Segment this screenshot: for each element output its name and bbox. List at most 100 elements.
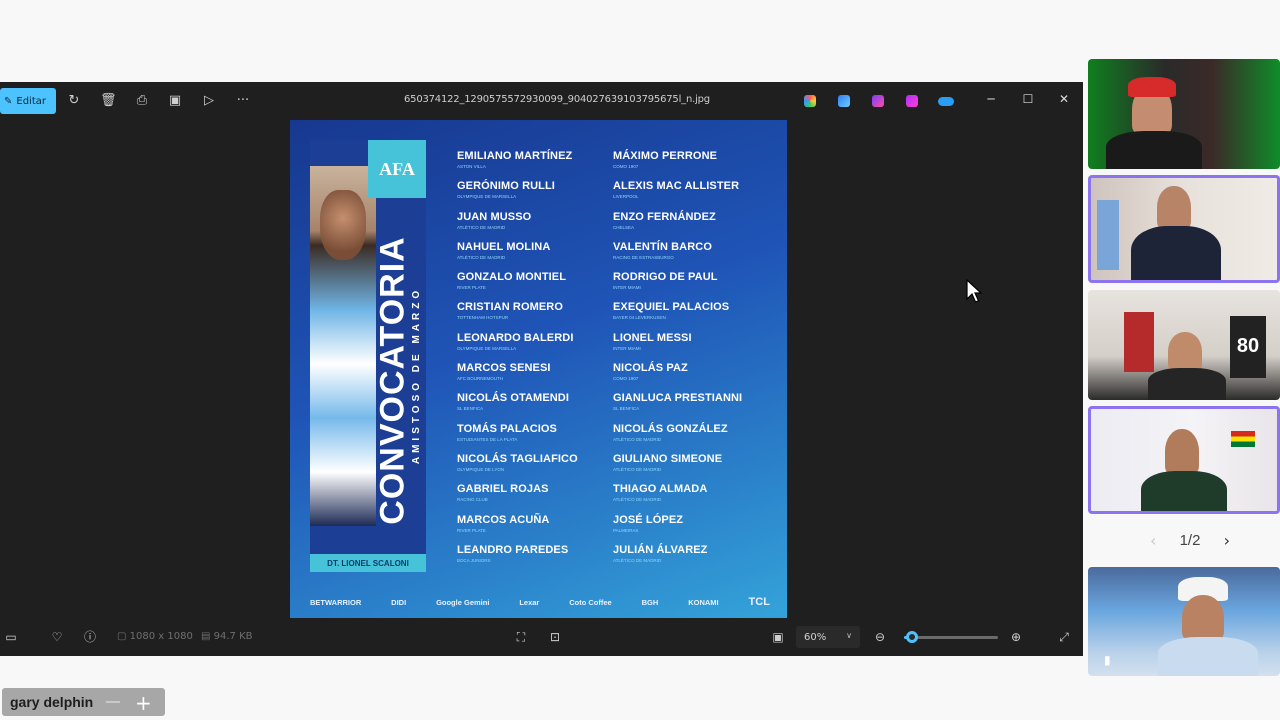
list-item: ALEXIS MAC ALLISTER Liverpool <box>613 180 773 210</box>
copilot-icon[interactable] <box>804 95 816 107</box>
sponsor-logo: BGH <box>641 597 659 607</box>
player-club: Olympique de Marsella <box>457 345 517 351</box>
more-icon[interactable]: ··· <box>235 93 251 109</box>
list-item: MARCOS ACUÑA River Plate <box>457 514 617 544</box>
signal-icon: ▮ <box>1104 653 1111 667</box>
player-name: LIONEL MESSI <box>613 331 692 344</box>
clipchamp-icon[interactable] <box>872 95 884 107</box>
list-item: GIANLUCA PRESTIANNI SL Benfica <box>613 392 773 422</box>
player-name: TOMÁS PALACIOS <box>457 422 557 435</box>
jersey-red <box>1124 312 1154 372</box>
player-club: River Plate <box>457 527 486 533</box>
player-club: Estudiantes de La Plata <box>457 436 518 442</box>
zoom-in-icon[interactable]: ⊕ <box>1009 630 1023 644</box>
file-size: ▤ 94.7 KB <box>201 631 253 642</box>
participant-hat <box>1128 77 1176 97</box>
slideshow-icon[interactable]: ▷ <box>201 93 217 109</box>
minus-icon[interactable] <box>106 701 120 703</box>
player-name: NICOLÁS PAZ <box>613 362 688 375</box>
list-item: RODRIGO DE PAUL Inter Miami <box>613 271 773 301</box>
player-name: GABRIEL ROJAS <box>457 483 549 496</box>
list-item: TOMÁS PALACIOS Estudiantes de La Plata <box>457 423 617 453</box>
actual-size-icon[interactable]: ⊡ <box>548 630 562 644</box>
player-club: Bayer 04 Leverkusen <box>613 315 666 321</box>
minimize-icon[interactable]: ─ <box>984 92 998 108</box>
player-name: GIANLUCA PRESTIANNI <box>613 392 743 405</box>
chevron-down-icon: ∨ <box>846 631 852 640</box>
close-icon[interactable]: ✕ <box>1057 92 1071 108</box>
zoom-slider-thumb[interactable] <box>905 631 918 643</box>
participant-video[interactable] <box>1088 406 1280 514</box>
chevron-left-icon[interactable]: ‹ <box>1150 531 1156 550</box>
zoom-slider[interactable] <box>904 631 998 643</box>
coach-tag: DT. LIONEL SCALONI <box>310 554 426 572</box>
player-name: GERÓNIMO RULLI <box>457 180 555 193</box>
poster-subtitle: AMISTOSO DE MARZO <box>410 210 424 540</box>
chevron-right-icon[interactable]: › <box>1224 531 1230 550</box>
zoom-out-icon[interactable]: ⊖ <box>873 630 887 644</box>
list-item: NAHUEL MOLINA Atlético de Madrid <box>457 241 617 271</box>
roster-column-1: EMILIANO MARTÍNEZ Aston Villa GERÓNIMO RU… <box>457 150 617 574</box>
save-icon[interactable]: ▣ <box>167 93 183 109</box>
player-name: ALEXIS MAC ALLISTER <box>613 180 740 193</box>
participant-video[interactable] <box>1088 175 1280 283</box>
image-dimensions: ▢ 1080 x 1080 <box>117 631 193 642</box>
player-name: VALENTÍN BARCO <box>613 240 712 253</box>
edit-icon: ✎ <box>4 95 13 107</box>
print-icon[interactable]: ⎙ <box>134 93 150 109</box>
player-club: Liverpool <box>613 194 639 200</box>
player-club: Racing de Estrasburgo <box>613 254 674 260</box>
poster-title-text: CONVOCATORIA <box>373 235 412 525</box>
sponsor-logo: BETWARRIOR <box>310 597 362 607</box>
fit-icon[interactable]: ⛶ <box>514 630 528 644</box>
player-club: Atlético de Madrid <box>613 466 662 472</box>
list-item: GABRIEL ROJAS Racing Club <box>457 483 617 513</box>
player-name: LEANDRO PAREDES <box>457 543 569 556</box>
view-mode-icon[interactable]: ▣ <box>771 630 785 644</box>
player-club: SL Benfica <box>457 406 484 412</box>
zoom-select[interactable]: 60% ∨ <box>796 626 860 648</box>
flag <box>1231 431 1255 447</box>
player-name: JULIÁN ÁLVAREZ <box>613 543 708 556</box>
player-club: Inter Miami <box>613 285 641 291</box>
page-indicator: 1/2 <box>1179 531 1201 549</box>
participant-name: gary delphin <box>10 694 94 710</box>
wall-poster <box>1097 200 1119 270</box>
favorite-icon[interactable]: ♡ <box>50 630 64 644</box>
player-club: Como 1907 <box>613 376 639 382</box>
player-club: Palmeiras <box>613 527 639 533</box>
image-dimensions-value: 1080 x 1080 <box>129 631 193 642</box>
rotate-icon[interactable]: ↻ <box>66 93 82 109</box>
onedrive-icon[interactable] <box>938 97 954 106</box>
player-name: RODRIGO DE PAUL <box>613 271 718 284</box>
edit-button[interactable]: ✎ Editar <box>0 88 56 114</box>
list-item: JULIÁN ÁLVAREZ Atlético de Madrid <box>613 544 773 574</box>
participant-video[interactable] <box>1088 59 1280 169</box>
list-item: GERÓNIMO RULLI Olympique de Marsella <box>457 180 617 210</box>
list-item: LEANDRO PAREDES Boca Juniors <box>457 544 617 574</box>
player-club: Atlético de Madrid <box>457 254 506 260</box>
info-icon[interactable]: ⓘ <box>83 630 97 644</box>
plus-icon[interactable]: + <box>135 691 152 715</box>
delete-icon[interactable]: 🗑 <box>100 93 117 109</box>
player-name: ENZO FERNÁNDEZ <box>613 210 716 223</box>
name-tag: gary delphin + <box>2 688 165 716</box>
apps-icon[interactable] <box>906 95 918 107</box>
player-name: LEONARDO BALERDI <box>457 331 574 344</box>
maximize-icon[interactable]: ☐ <box>1021 92 1035 108</box>
player-club: AFC Bournemouth <box>457 376 503 382</box>
participant-face <box>1157 186 1191 230</box>
zoom-value: 60% <box>804 631 827 643</box>
viewer-toolbar: ✎ Editar ↻ 🗑 ⎙ ▣ ▷ ··· 650374122_1290575… <box>0 82 1083 120</box>
player-club: River Plate <box>457 285 486 291</box>
sponsor-logo: KONAMI <box>688 597 719 607</box>
self-video[interactable]: ▮ <box>1088 567 1280 676</box>
player-club: Como 1907 <box>613 164 639 169</box>
filmstrip-icon[interactable]: ▭ <box>4 630 18 644</box>
designer-icon[interactable] <box>838 95 850 107</box>
fullscreen-icon[interactable]: ⤢ <box>1057 630 1071 644</box>
participant-shirt <box>1141 471 1227 511</box>
list-item: JOSÉ LÓPEZ Palmeiras <box>613 514 773 544</box>
participant-video[interactable]: 80 <box>1088 290 1280 400</box>
list-item: EMILIANO MARTÍNEZ Aston Villa <box>457 150 617 180</box>
